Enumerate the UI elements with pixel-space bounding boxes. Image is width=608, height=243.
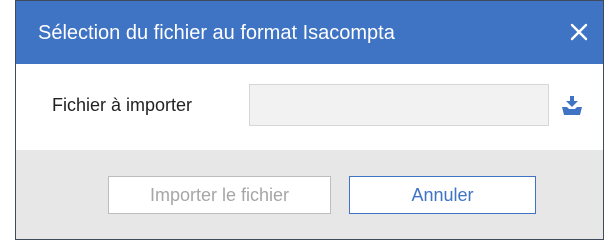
file-path-input[interactable] [249, 84, 549, 126]
import-dialog: Sélection du fichier au format Isacompta… [15, 0, 604, 240]
dialog-footer: Importer le fichier Annuler [16, 150, 603, 239]
file-field-label: Fichier à importer [52, 95, 193, 115]
import-file-button[interactable]: Importer le fichier [108, 176, 331, 214]
dialog-body: Fichier à importer [16, 64, 603, 150]
close-icon[interactable] [564, 17, 594, 47]
cancel-button[interactable]: Annuler [349, 176, 536, 214]
file-import-icon[interactable] [561, 96, 583, 116]
dialog-title: Sélection du fichier au format Isacompta [38, 22, 395, 44]
dialog-titlebar: Sélection du fichier au format Isacompta [16, 1, 603, 64]
